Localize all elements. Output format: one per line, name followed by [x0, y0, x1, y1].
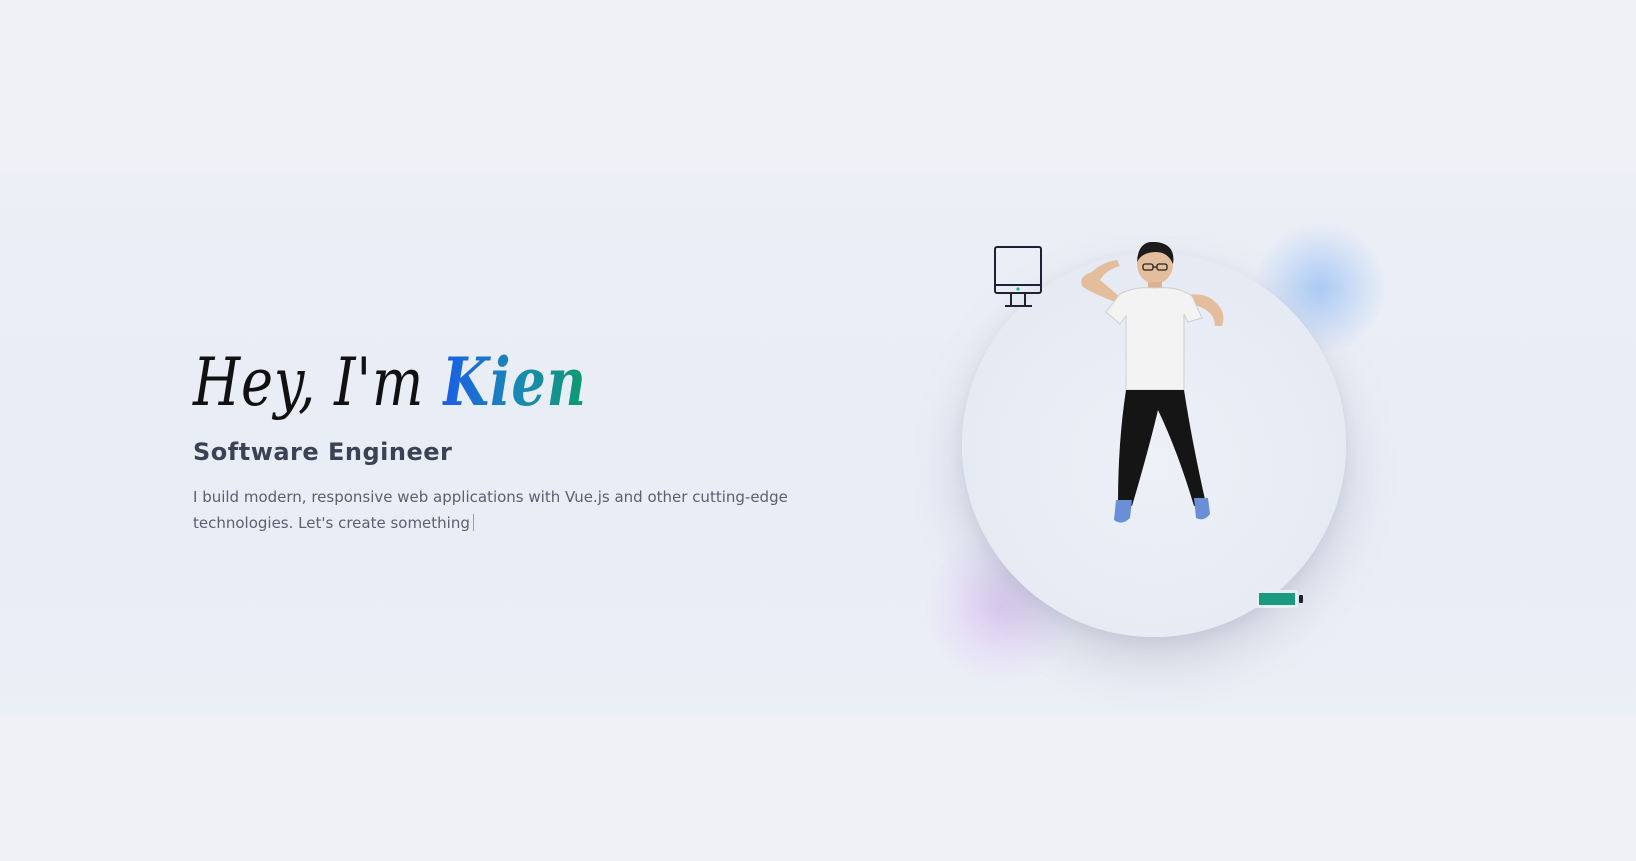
greeting-prefix: Hey, I'm	[193, 344, 443, 421]
hero-role: Software Engineer	[193, 438, 453, 466]
hero-section: Hey, I'm Kien Software Engineer I build …	[0, 173, 1636, 716]
3d-avatar-figure	[1081, 242, 1224, 523]
hero-heading: Hey, I'm Kien	[193, 349, 685, 416]
hero-text-block: Hey, I'm Kien Software Engineer I build …	[193, 349, 793, 536]
desktop-monitor-icon	[994, 246, 1042, 307]
hero-bio: I build modern, responsive web applicati…	[193, 484, 793, 536]
hero-bio-text: I build modern, responsive web applicati…	[193, 488, 788, 532]
battery-icon	[1256, 590, 1303, 608]
hero-name: Kien	[442, 343, 587, 421]
typing-cursor	[472, 514, 474, 531]
